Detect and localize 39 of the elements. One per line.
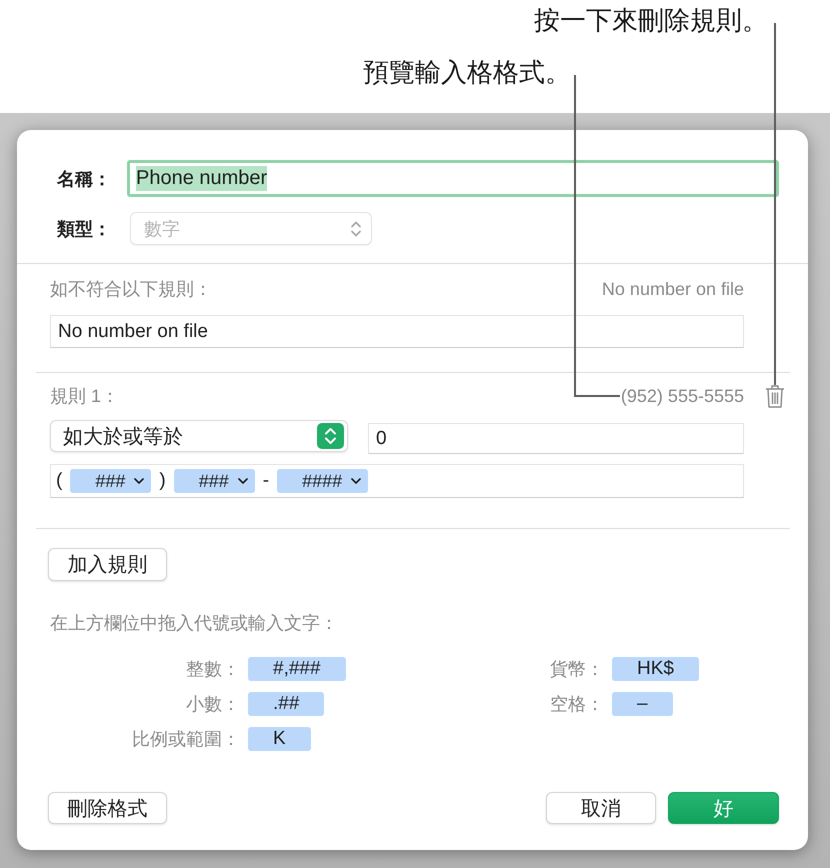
chevron-down-icon bbox=[134, 478, 144, 484]
up-down-chevron-icon bbox=[351, 220, 361, 236]
format-token[interactable]: .## bbox=[248, 692, 324, 716]
token-label: 貨幣： bbox=[550, 658, 604, 681]
format-literal: - bbox=[262, 470, 270, 492]
token-label: 比例或範圍： bbox=[132, 728, 240, 751]
preview-text: (952) 555-5555 bbox=[620, 386, 744, 406]
token-label: 整數： bbox=[186, 658, 240, 681]
trash-icon[interactable] bbox=[765, 384, 785, 408]
format-token[interactable]: #,### bbox=[248, 657, 346, 681]
condition-dropdown[interactable]: 如大於或等於 bbox=[50, 420, 348, 452]
format-literal: ) bbox=[159, 470, 166, 492]
format-token[interactable]: #### bbox=[277, 469, 368, 493]
rule-label: 規則 1： bbox=[50, 385, 120, 408]
format-literal: ( bbox=[56, 470, 62, 492]
format-token[interactable]: HK$ bbox=[612, 657, 699, 681]
format-field[interactable]: ( ### ) ### - #### bbox=[50, 464, 744, 498]
chevron-down-icon bbox=[238, 478, 248, 484]
value-field[interactable]: 0 bbox=[368, 423, 744, 454]
format-token[interactable]: K bbox=[248, 727, 311, 751]
callout-text: 按一下來刪除規則。 bbox=[534, 5, 768, 35]
preview-text: No number on file bbox=[602, 278, 744, 300]
name-field[interactable]: Phone number bbox=[127, 160, 779, 197]
delete-format-button[interactable]: 刪除格式 bbox=[48, 792, 167, 824]
field-label: 類型： bbox=[57, 218, 112, 240]
format-token[interactable]: ### bbox=[174, 469, 255, 493]
hint-text: 在上方欄位中拖入代號或輸入文字： bbox=[50, 612, 339, 635]
token-label: 空格： bbox=[550, 693, 604, 716]
token-label: 小數： bbox=[186, 693, 240, 716]
section-label: 如不符合以下規則： bbox=[50, 278, 212, 301]
format-token[interactable]: ### bbox=[70, 469, 152, 493]
chevron-down-icon bbox=[351, 478, 362, 484]
cancel-button[interactable]: 取消 bbox=[546, 792, 656, 824]
callout-text: 預覽輸入格格式。 bbox=[363, 57, 571, 87]
format-token[interactable]: – bbox=[612, 692, 673, 716]
text-field[interactable]: No number on file bbox=[50, 315, 744, 348]
field-label: 名稱： bbox=[57, 168, 112, 190]
add-rule-button[interactable]: 加入規則 bbox=[48, 548, 167, 581]
up-down-chevron-icon bbox=[317, 423, 344, 449]
